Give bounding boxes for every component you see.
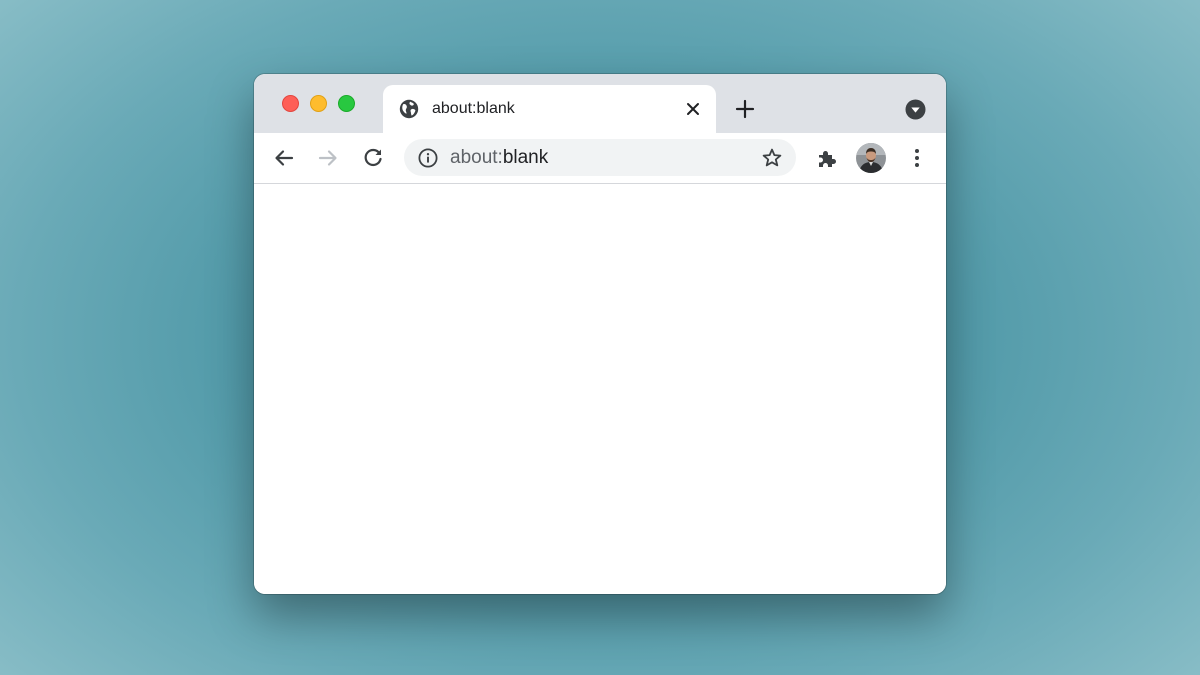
tab-title: about:blank <box>432 100 515 117</box>
star-icon[interactable] <box>761 147 783 169</box>
arrow-right-icon[interactable] <box>315 145 341 171</box>
globe-icon <box>399 99 419 119</box>
title-bar: about:blank <box>254 74 946 133</box>
toolbar: about:blank <box>254 133 946 184</box>
zoom-window-button[interactable] <box>338 95 355 112</box>
arrow-left-icon[interactable] <box>271 145 297 171</box>
url-scheme: about: <box>450 147 503 168</box>
close-window-button[interactable] <box>282 95 299 112</box>
url-path: blank <box>502 147 549 168</box>
tab-about-blank[interactable]: about:blank <box>383 85 716 133</box>
plus-icon[interactable] <box>734 98 756 120</box>
profile-photo <box>856 143 886 173</box>
kebab-menu-icon[interactable] <box>904 145 930 171</box>
puzzle-icon[interactable] <box>814 145 840 171</box>
url-text[interactable]: about:blank <box>450 147 548 169</box>
reload-icon[interactable] <box>360 145 386 171</box>
close-icon[interactable] <box>683 99 703 119</box>
avatar[interactable] <box>856 143 886 173</box>
address-bar[interactable]: about:blank <box>404 139 796 176</box>
info-icon[interactable] <box>418 148 438 168</box>
chevron-down-circle-icon[interactable] <box>905 99 926 120</box>
page-content[interactable] <box>254 184 946 594</box>
browser-window: about:blank about:blank <box>254 74 946 594</box>
minimize-window-button[interactable] <box>310 95 327 112</box>
